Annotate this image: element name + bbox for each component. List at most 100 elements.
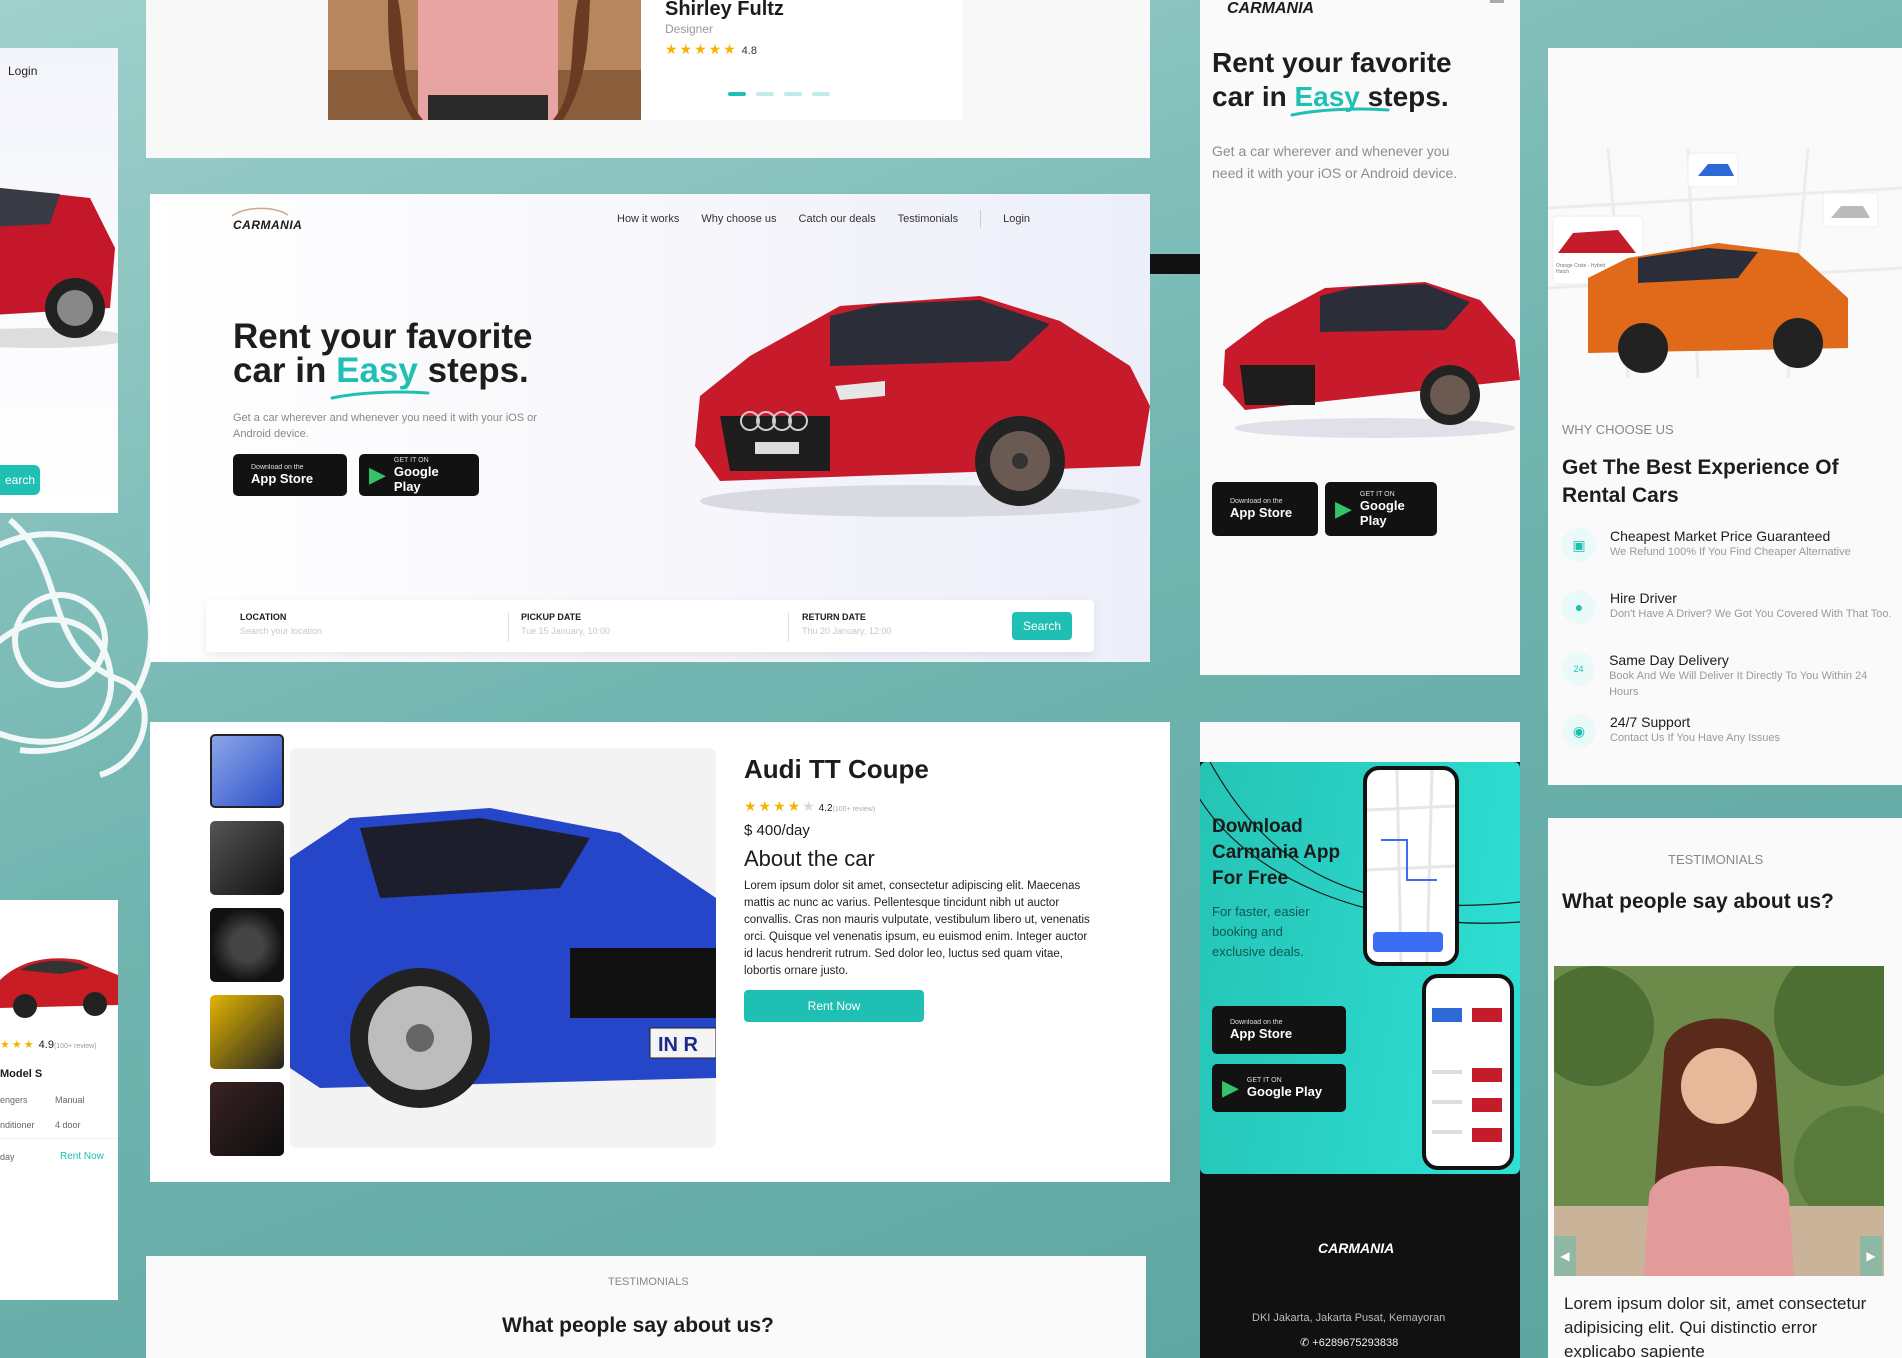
download-app-section: Download Carmania App For Free For faste…	[1200, 722, 1520, 1358]
brand-logo[interactable]: CARMANIA	[233, 218, 302, 232]
nav-divider	[980, 210, 982, 228]
phone-mockup-list	[1422, 974, 1514, 1170]
login-link[interactable]: Login	[8, 64, 37, 78]
red-audi-hero-image	[695, 296, 1150, 517]
download-title: Download Carmania App For Free	[1212, 816, 1341, 889]
testimonial-rating: ★★★★★ 4.8	[665, 41, 757, 57]
left-partial-hero: Login earch	[0, 48, 118, 513]
slider-dot[interactable]	[756, 92, 774, 96]
search-button[interactable]: earch	[0, 465, 40, 495]
carousel-next-button[interactable]: ▶	[1860, 1236, 1882, 1276]
thumbnail-list	[210, 734, 284, 1156]
left-partial-car-card: ★★★ 4.9(100+ review) Model S engers Manu…	[0, 900, 118, 1300]
hero-subtitle: Get a car wherever and whenever you need…	[233, 412, 537, 440]
highlight-underline	[330, 390, 430, 400]
thumbnail-steering[interactable]	[210, 908, 284, 982]
mobile-app-store-button[interactable]: Download on the App Store	[1212, 482, 1318, 536]
slider-dots[interactable]	[728, 92, 830, 96]
nav-why-choose-us[interactable]: Why choose us	[701, 213, 776, 225]
google-play-button[interactable]: ▶ GET IT ON Google Play	[359, 454, 479, 496]
blue-audi-main-image: IN R	[290, 748, 716, 1148]
spec-doors: 4 door	[55, 1120, 81, 1130]
about-title: About the car	[744, 846, 875, 871]
pickup-date-field[interactable]: PICKUP DATE Tue 15 January, 10:00	[521, 612, 610, 636]
slider-dot[interactable]	[812, 92, 830, 96]
google-play-icon: ▶	[1335, 496, 1352, 521]
hero-search-button[interactable]: Search	[1012, 612, 1072, 640]
desktop-testimonials-section: TESTIMONIALS What people say about us?	[146, 1256, 1146, 1358]
testimonial-photo-large	[1554, 966, 1884, 1276]
model-rating: ★★★ 4.9(100+ review)	[0, 1039, 97, 1051]
nav-login[interactable]: Login	[1003, 213, 1030, 225]
footer-brand-logo[interactable]: CARMANIA	[1318, 1240, 1394, 1256]
testimonial-quote: Lorem ipsum dolor sit, amet consectetur …	[1564, 1294, 1867, 1358]
phone-mockup-map	[1363, 766, 1459, 966]
banner-app-store-button[interactable]: Download on the App Store	[1212, 1006, 1346, 1054]
24-hours-icon: 24	[1562, 652, 1596, 686]
support-chat-icon: ◉	[1562, 714, 1596, 748]
spec-ac: nditioner	[0, 1120, 35, 1130]
why-choose-us-page: Orange Crete - Hybrid Hatch WHY CHOOSE U…	[1548, 48, 1902, 785]
mobile-google-play-button[interactable]: ▶ GET IT ON Google Play	[1325, 482, 1437, 536]
hero-title-line2: car in Easy steps.	[233, 351, 529, 390]
rent-now-button[interactable]: Rent Now	[744, 990, 924, 1022]
mobile-hero-subtitle: Get a car wherever and whenever you need…	[1212, 143, 1458, 181]
feature-item: ● Hire Driver Don't Have A Driver? We Got…	[1562, 590, 1892, 652]
location-field[interactable]: LOCATION Search your location	[240, 612, 322, 636]
phone-icon: ✆	[1300, 1337, 1310, 1349]
spec-passengers: engers	[0, 1095, 28, 1105]
download-banner: Download Carmania App For Free For faste…	[1200, 762, 1520, 1174]
license-plate: IN R	[658, 1034, 699, 1056]
about-text: Lorem ipsum dolor sit amet, consectetur …	[744, 880, 1090, 977]
spec-transmission: Manual	[55, 1095, 85, 1105]
mobile-red-audi-image	[1223, 282, 1520, 438]
footer-phone[interactable]: ✆ +6289675293838	[1300, 1336, 1398, 1349]
model-name: Model S	[0, 1068, 43, 1080]
mobile-brand-logo[interactable]: CARMANIA	[1227, 0, 1314, 18]
slider-dot-active[interactable]	[728, 92, 746, 96]
desktop-testimonials-title: What people say about us?	[502, 1314, 774, 1337]
driver-icon: ●	[1562, 590, 1596, 624]
nav-catch-deals[interactable]: Catch our deals	[799, 213, 876, 225]
why-title: Get The Best Experience Of Rental Cars	[1562, 456, 1839, 507]
decorative-swirl	[0, 517, 154, 778]
mobile-hero-page: CARMANIA Rent your favorite car in Easy …	[1200, 0, 1520, 675]
hero-title-line1: Rent your favorite	[233, 317, 533, 356]
thumbnail-interior-1[interactable]	[210, 821, 284, 895]
thumbnail-yellow-detail[interactable]	[210, 995, 284, 1069]
car-rating: ★★★★★ 4.2(100+ review)	[744, 798, 876, 814]
google-play-icon: ▶	[369, 462, 386, 487]
thumbnail-exterior[interactable]	[210, 734, 284, 808]
return-date-field[interactable]: RETURN DATE Thu 20 January, 12:00	[802, 612, 891, 636]
nav-testimonials[interactable]: Testimonials	[898, 213, 959, 225]
hamburger-icon[interactable]	[1490, 0, 1504, 3]
tesla-image	[0, 958, 118, 1018]
top-testimonial-section: Shirley Fultz Designer ★★★★★ 4.8	[146, 0, 1150, 158]
map-card-label: Orange Crete - Hybrid Hatch	[1556, 263, 1606, 275]
testimonial-name: Shirley Fultz	[665, 0, 784, 20]
app-store-button[interactable]: Download on the App Store	[233, 454, 347, 496]
feature-item: 24 Same Day Delivery Book And We Will Del…	[1562, 652, 1892, 714]
hero-highlight: Easy	[336, 351, 418, 390]
rating-stars: ★★★	[0, 1039, 36, 1051]
price-tag-icon: ▣	[1562, 528, 1596, 562]
car-name: Audi TT Coupe	[744, 754, 929, 784]
feature-item: ◉ 24/7 Support Contact Us If You Have Any…	[1562, 714, 1892, 776]
carousel-prev-button[interactable]: ◀	[1554, 1236, 1576, 1276]
nav-how-it-works[interactable]: How it works	[617, 213, 679, 225]
download-subtitle: For faster, easier booking and exclusive…	[1212, 904, 1310, 959]
google-play-icon: ▶	[1222, 1075, 1239, 1100]
slider-dot[interactable]	[784, 92, 802, 96]
testimonials-title: What people say about us?	[1562, 890, 1834, 913]
location-input[interactable]: Search your location	[240, 626, 322, 636]
red-sedan-image	[0, 188, 118, 348]
thumbnail-engine[interactable]	[210, 1082, 284, 1156]
rent-now-link[interactable]: Rent Now	[60, 1151, 104, 1162]
feature-item: ▣ Cheapest Market Price Guaranteed We Ref…	[1562, 528, 1892, 590]
banner-google-play-button[interactable]: ▶ GET IT ON Google Play	[1212, 1064, 1346, 1112]
desktop-testimonials-eyebrow: TESTIMONIALS	[608, 1276, 689, 1288]
hero-title: Rent your favorite car in Easy steps.	[233, 317, 533, 390]
carmania-logo-swoosh	[231, 207, 289, 217]
desktop-hero-page: CARMANIA How it works Why choose us Catc…	[150, 194, 1150, 662]
footer-address: DKI Jakarta, Jakarta Pusat, Kemayoran	[1252, 1312, 1446, 1324]
